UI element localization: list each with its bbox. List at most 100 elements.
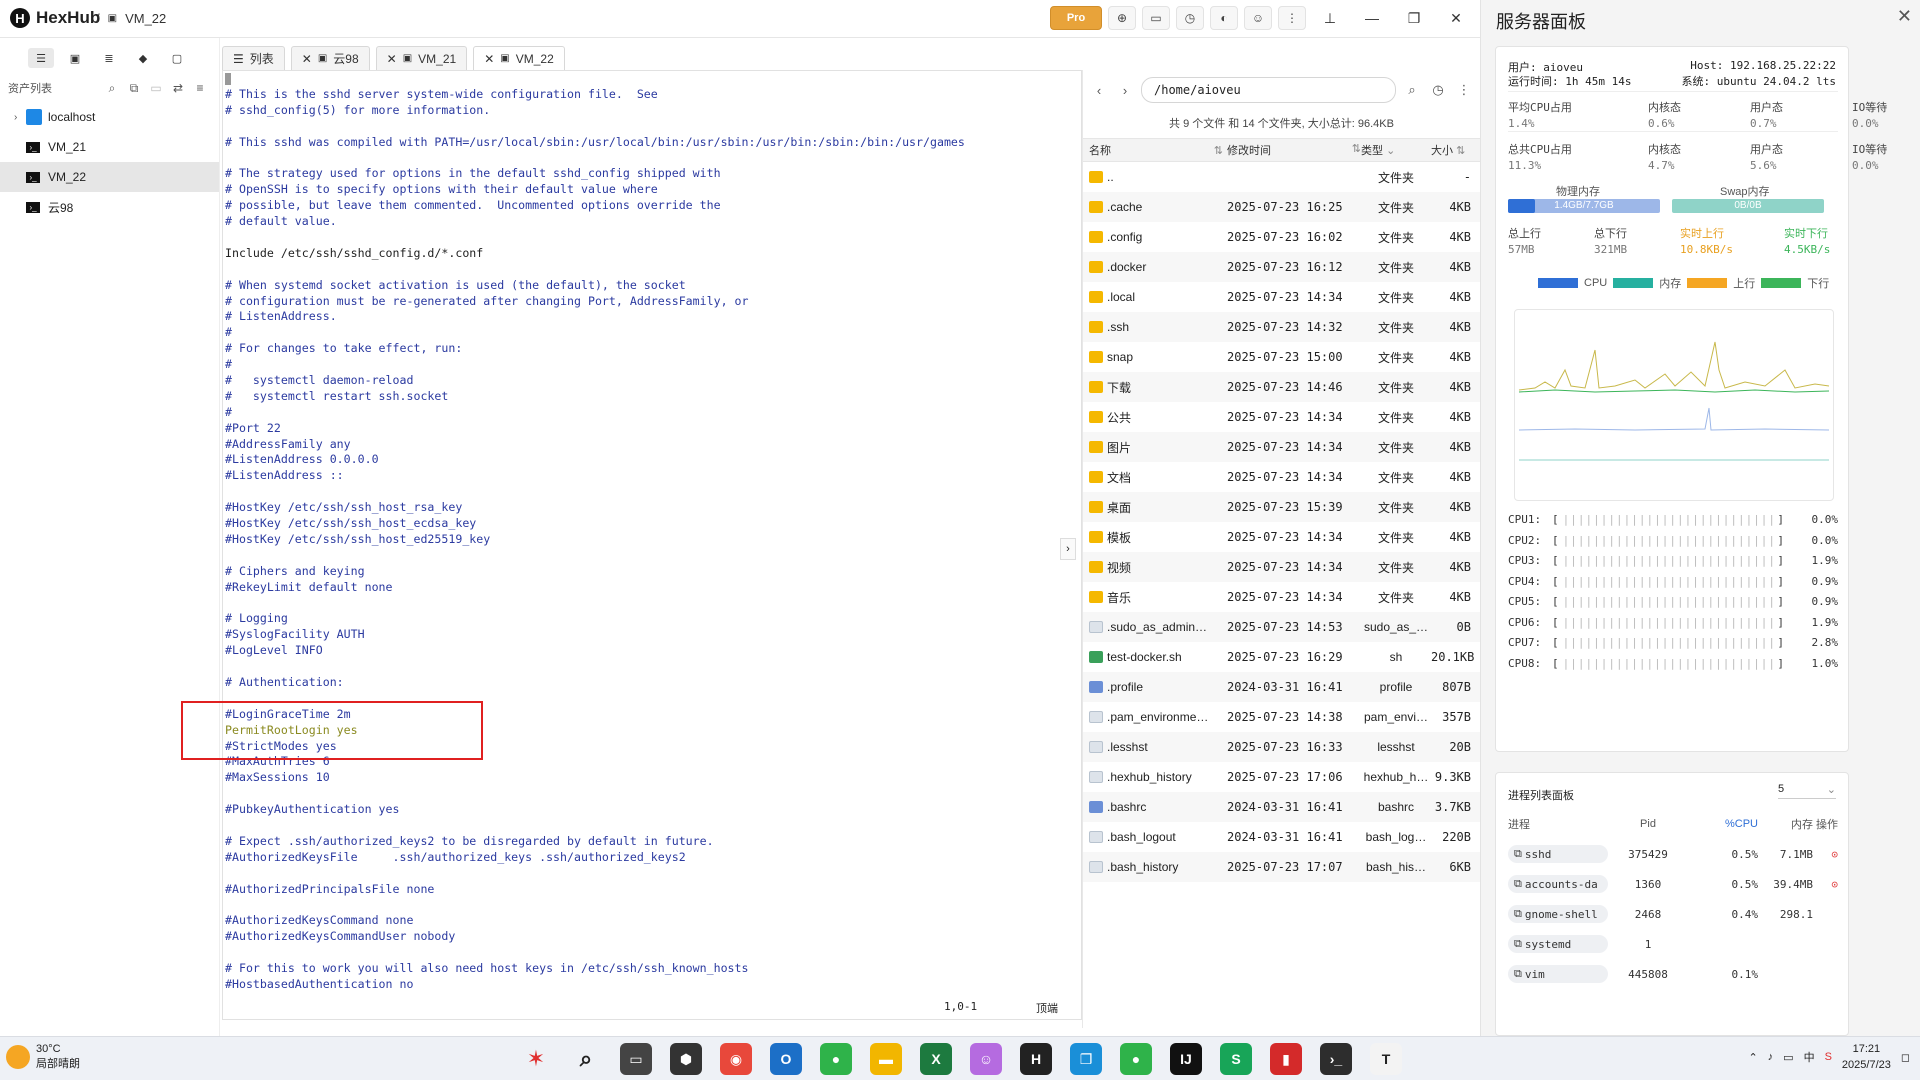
file-row[interactable]: .bash_history 2025-07-23 17:07 bash_his… 6K… <box>1083 852 1480 882</box>
security-icon[interactable]: S <box>1825 1051 1832 1063</box>
file-explorer-icon[interactable]: ▬ <box>870 1043 902 1075</box>
file-row[interactable]: .pam_environme… 2025-07-23 14:38 pam_envi…… <box>1083 702 1480 732</box>
file-row[interactable]: .bashrc 2024-03-31 16:41 bashrc 3.7KB <box>1083 792 1480 822</box>
tree-item-localhost[interactable]: › localhost <box>0 102 219 132</box>
col-name[interactable]: 名称 ⇅ <box>1083 142 1223 158</box>
list-view-icon[interactable]: ☰ <box>28 48 54 68</box>
terminal-view-icon[interactable]: ▣ <box>62 48 88 68</box>
clock[interactable]: 17:21 2025/7/23 <box>1842 1041 1891 1073</box>
process-row[interactable]: ⧉ sshd 375429 0.5% 7.1MB ⊙ <box>1508 843 1838 865</box>
chat-app-icon[interactable]: ● <box>1120 1043 1152 1075</box>
file-row[interactable]: .docker 2025-07-23 16:12 文件夹 4KB <box>1083 252 1480 282</box>
wechat-icon[interactable]: ● <box>820 1043 852 1075</box>
more-icon[interactable]: ⋮ <box>1454 82 1474 98</box>
search-icon[interactable]: ⌕ <box>570 1043 602 1075</box>
file-row[interactable]: .bash_logout 2024-03-31 16:41 bash_log… 220… <box>1083 822 1480 852</box>
file-row[interactable]: .hexhub_history 2025-07-23 17:06 hexhub_h…… <box>1083 762 1480 792</box>
input-method-icon[interactable]: 中 <box>1804 1049 1815 1065</box>
copy-icon[interactable]: ⧉ <box>123 81 145 96</box>
volume-icon[interactable]: ♪ <box>1768 1051 1774 1063</box>
collapse-all-icon[interactable]: ≡ <box>189 81 211 95</box>
minimize-button[interactable]: — <box>1354 6 1390 30</box>
remote-desktop-icon[interactable]: ▢ <box>164 48 190 68</box>
folder-add-icon[interactable]: ▭ <box>145 81 167 95</box>
col-size[interactable]: 大小 ⇅ <box>1431 142 1477 158</box>
close-icon[interactable]: ✕ <box>1897 6 1912 27</box>
file-row[interactable]: .cache 2025-07-23 16:25 文件夹 4KB <box>1083 192 1480 222</box>
close-icon[interactable]: ✕ <box>387 52 397 66</box>
pro-button[interactable]: Pro <box>1050 6 1102 30</box>
pdf-app-icon[interactable]: ▮ <box>1270 1043 1302 1075</box>
tab-list[interactable]: ☰ 列表 <box>222 46 285 70</box>
history-icon[interactable]: ◷ <box>1176 6 1204 30</box>
tree-item-yun98[interactable]: ›_ 云98 <box>0 192 219 222</box>
more-icon[interactable]: ⋮ <box>1278 6 1306 30</box>
file-row[interactable]: .sudo_as_admin… 2025-07-23 14:53 sudo_as_…… <box>1083 612 1480 642</box>
chevron-up-icon[interactable]: ⌃ <box>1748 1051 1757 1064</box>
theme-icon[interactable]: ◐ <box>1210 6 1238 30</box>
database-icon[interactable]: ≣ <box>96 48 122 68</box>
process-count-select[interactable]: 5 ⌄ <box>1778 783 1836 799</box>
docker-icon[interactable]: ◆ <box>130 48 156 68</box>
back-icon[interactable]: ‹ <box>1089 83 1109 98</box>
file-row[interactable]: test-docker.sh 2025-07-23 16:29 sh 20.1KB <box>1083 642 1480 672</box>
cat-app-icon[interactable]: ☺ <box>970 1043 1002 1075</box>
chrome-icon[interactable]: ◉ <box>720 1043 752 1075</box>
collapse-panel-button[interactable]: › <box>1060 538 1076 560</box>
col-time[interactable]: 修改时间 ⇅ <box>1223 142 1361 158</box>
chevron-right-icon[interactable]: › <box>14 112 26 123</box>
file-row[interactable]: .config 2025-07-23 16:02 文件夹 4KB <box>1083 222 1480 252</box>
search-icon[interactable]: ⌕ <box>1402 82 1422 98</box>
file-row[interactable]: .. 文件夹 - <box>1083 162 1480 192</box>
file-row[interactable]: 桌面 2025-07-23 15:39 文件夹 4KB <box>1083 492 1480 522</box>
hex-app-icon[interactable]: ⬢ <box>670 1043 702 1075</box>
process-row[interactable]: ⧉ systemd 1 <box>1508 933 1838 955</box>
forward-icon[interactable]: › <box>1115 83 1135 98</box>
col-type[interactable]: 类型 ⌄ <box>1361 142 1431 158</box>
intellij-icon[interactable]: IJ <box>1170 1043 1202 1075</box>
close-button[interactable]: ✕ <box>1438 6 1474 30</box>
plugin-icon[interactable]: ⊕ <box>1108 6 1136 30</box>
file-row[interactable]: 公共 2025-07-23 14:34 文件夹 4KB <box>1083 402 1480 432</box>
kill-process-icon[interactable]: ⊙ <box>1813 878 1838 891</box>
tab-vm22[interactable]: ✕ ▣ VM_22 <box>473 46 565 70</box>
hexhub-app-icon[interactable]: H <box>1020 1043 1052 1075</box>
history-icon[interactable]: ◷ <box>1428 82 1448 98</box>
file-row[interactable]: 文档 2025-07-23 14:34 文件夹 4KB <box>1083 462 1480 492</box>
close-icon[interactable]: ✕ <box>484 52 494 66</box>
excel-icon[interactable]: X <box>920 1043 952 1075</box>
file-row[interactable]: snap 2025-07-23 15:00 文件夹 4KB <box>1083 342 1480 372</box>
file-row[interactable]: .ssh 2025-07-23 14:32 文件夹 4KB <box>1083 312 1480 342</box>
maximize-button[interactable]: ❐ <box>1396 6 1432 30</box>
weather-widget[interactable]: 30°C 局部晴朗 <box>6 1043 80 1071</box>
start-app-icon[interactable]: ✶ <box>520 1043 552 1075</box>
file-row[interactable]: 视频 2025-07-23 14:34 文件夹 4KB <box>1083 552 1480 582</box>
tree-item-vm22[interactable]: ›_ VM_22 <box>0 162 219 192</box>
tree-item-vm21[interactable]: ›_ VM_21 <box>0 132 219 162</box>
process-row[interactable]: ⧉ vim 445808 0.1% <box>1508 963 1838 985</box>
monitor-icon[interactable]: ▭ <box>1142 6 1170 30</box>
terminal-editor[interactable]: # This is the sshd server system-wide co… <box>222 70 1082 1020</box>
link-icon[interactable]: ⇄ <box>167 81 189 95</box>
kill-process-icon[interactable]: ⊙ <box>1813 848 1838 861</box>
display-icon[interactable]: ▭ <box>1783 1051 1793 1064</box>
file-row[interactable]: 音乐 2025-07-23 14:34 文件夹 4KB <box>1083 582 1480 612</box>
file-row[interactable]: .profile 2024-03-31 16:41 profile 807B <box>1083 672 1480 702</box>
task-view-icon[interactable]: ▭ <box>620 1043 652 1075</box>
terminal-app-icon[interactable]: ›_ <box>1320 1043 1352 1075</box>
file-row[interactable]: 下载 2025-07-23 14:46 文件夹 4KB <box>1083 372 1480 402</box>
search-icon[interactable]: ⌕ <box>101 81 123 96</box>
tab-vm21[interactable]: ✕ ▣ VM_21 <box>375 46 468 70</box>
file-row[interactable]: 模板 2025-07-23 14:34 文件夹 4KB <box>1083 522 1480 552</box>
outlook-icon[interactable]: O <box>770 1043 802 1075</box>
pin-icon[interactable]: ⊥ <box>1312 6 1348 30</box>
process-row[interactable]: ⧉ accounts-da 1360 0.5% 39.4MB ⊙ <box>1508 873 1838 895</box>
tab-yun98[interactable]: ✕ ▣ 云98 <box>290 46 370 70</box>
file-row[interactable]: 图片 2025-07-23 14:34 文件夹 4KB <box>1083 432 1480 462</box>
path-input[interactable]: /home/aioveu <box>1141 77 1396 103</box>
user-icon[interactable]: ☺ <box>1244 6 1272 30</box>
vpn-app-icon[interactable]: S <box>1220 1043 1252 1075</box>
code-area[interactable]: # This is the sshd server system-wide co… <box>225 87 1065 993</box>
window-app-icon[interactable]: ❐ <box>1070 1043 1102 1075</box>
process-row[interactable]: ⧉ gnome-shell 2468 0.4% 298.1 <box>1508 903 1838 925</box>
